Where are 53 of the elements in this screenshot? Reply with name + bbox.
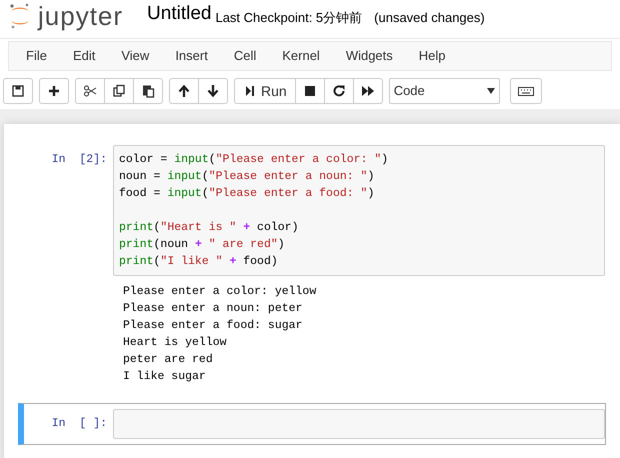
run-button[interactable]: Run xyxy=(234,78,296,104)
output-line: Please enter a color: yellow xyxy=(123,284,318,300)
checkpoint-text: Last Checkpoint: 5分钟前 xyxy=(215,8,362,27)
copy-button[interactable] xyxy=(104,78,134,104)
keyboard-button[interactable] xyxy=(510,78,542,104)
menu-item[interactable]: Cell xyxy=(220,46,270,66)
menu-item[interactable]: File xyxy=(13,46,60,66)
paste-button[interactable] xyxy=(133,78,163,104)
output-line: Heart is yellow xyxy=(123,335,228,351)
restart-icon xyxy=(332,84,346,98)
output-line: Please enter a food: sugar xyxy=(123,318,304,334)
code-line: noun = input("Please enter a noun: ") xyxy=(119,169,376,185)
menu-item[interactable]: Widgets xyxy=(332,46,406,66)
menu-item[interactable]: Insert xyxy=(162,46,221,66)
stop-icon xyxy=(302,84,317,98)
logo-text: jupyter xyxy=(38,3,124,29)
output-line: Please enter a noun: peter xyxy=(123,301,304,317)
output-line: peter are red xyxy=(123,352,214,368)
menu-item[interactable]: Edit xyxy=(60,46,108,66)
step-icon xyxy=(243,84,257,98)
caret-icon xyxy=(486,88,495,94)
save-status: (unsaved changes) xyxy=(374,8,485,27)
save-icon xyxy=(11,84,25,98)
cell-type-dropdown[interactable]: Code xyxy=(388,78,500,104)
up-button[interactable] xyxy=(169,78,199,104)
stop-button[interactable] xyxy=(294,78,325,104)
paste-icon xyxy=(141,84,155,98)
input-prompt: In [ ]: xyxy=(50,416,108,432)
plus-icon xyxy=(47,84,61,98)
fastforward-button[interactable] xyxy=(352,78,383,104)
input-prompt: In [2]: xyxy=(50,152,108,168)
keyboard-icon xyxy=(518,86,534,96)
code-editor[interactable]: color = input("Please enter a color: ") noun = input("Please enter a noun: ") food = input("Please enter a food: ") print("Heart is " + color) print(noun + " are red") print("I like " + food) xyxy=(113,145,605,276)
code-line: food = input("Please enter a food: ") xyxy=(119,186,376,202)
notebook-title[interactable]: Untitled xyxy=(147,0,212,28)
arrow-down-icon xyxy=(206,84,220,98)
scissors-icon xyxy=(83,84,97,98)
code-line: color = input("Please enter a color: ") xyxy=(119,152,390,168)
code-line: print("I like " + food) xyxy=(119,254,279,270)
menu-item[interactable]: Kernel xyxy=(269,46,333,66)
save-button[interactable] xyxy=(3,78,33,104)
add-button[interactable] xyxy=(39,78,69,104)
menu-item[interactable]: View xyxy=(108,46,162,66)
down-button[interactable] xyxy=(198,78,228,104)
copy-icon xyxy=(112,84,126,98)
code-line: print(noun + " are red") xyxy=(119,237,286,253)
cut-button[interactable] xyxy=(75,78,105,104)
restart-button[interactable] xyxy=(324,78,354,104)
code-line: print("Heart is " + color) xyxy=(119,220,300,236)
output-line: I like sugar xyxy=(123,369,207,385)
arrow-up-icon xyxy=(177,84,191,98)
fast-forward-icon xyxy=(360,84,375,98)
menu-item[interactable]: Help xyxy=(406,46,459,66)
